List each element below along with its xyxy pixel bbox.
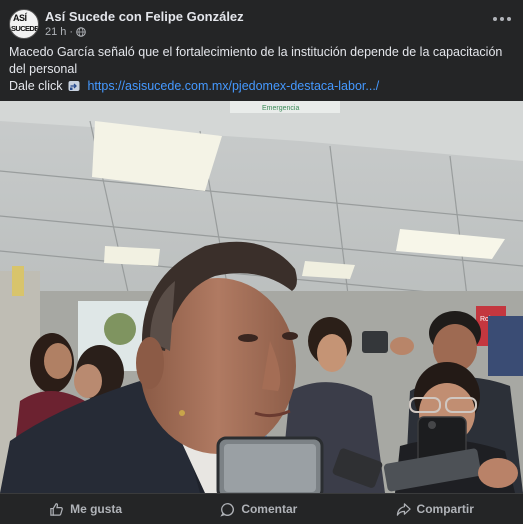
globe-icon	[76, 27, 86, 37]
post-photo[interactable]: Emergencia R	[0, 101, 523, 493]
page-name-link[interactable]: Así Sucede con Felipe González	[45, 9, 244, 24]
article-link[interactable]: https://asisucede.com.mx/pjedomex-destac…	[87, 79, 379, 93]
comment-icon	[220, 502, 235, 517]
post-header: ASÍ SUCEDE Así Sucede con Felipe Gonzále…	[0, 0, 523, 42]
meta-separator: ·	[69, 26, 74, 38]
cta-text: Dale click	[9, 79, 63, 93]
share-label: Compartir	[416, 502, 474, 516]
photo-scene: Emergencia R	[0, 101, 523, 493]
like-label: Me gusta	[70, 502, 123, 516]
share-button[interactable]: Compartir	[396, 502, 474, 517]
post-action-bar: Me gusta Comentar Compartir	[0, 493, 523, 524]
pointing-right-icon	[68, 81, 80, 91]
thumbs-up-icon	[50, 502, 63, 516]
caption-text: Macedo García señaló que el fortalecimie…	[9, 45, 503, 76]
more-options-icon[interactable]	[493, 12, 511, 26]
avatar-text-line1: ASÍ	[13, 13, 27, 23]
comment-label: Comentar	[241, 502, 298, 516]
caption-cta-line: Dale click https://asisucede.com.mx/pjed…	[9, 78, 514, 95]
page-avatar[interactable]: ASÍ SUCEDE	[9, 9, 39, 39]
post-time[interactable]: 21 h	[45, 26, 66, 38]
emergency-sign-text: Emergencia	[262, 105, 299, 112]
post-meta: 21 h ·	[45, 26, 86, 38]
facebook-post: ASÍ SUCEDE Así Sucede con Felipe Gonzále…	[0, 0, 523, 524]
avatar-text-line2: SUCEDE	[11, 24, 39, 33]
share-icon	[396, 502, 411, 516]
like-button[interactable]: Me gusta	[49, 502, 122, 517]
post-caption: Macedo García señaló que el fortalecimie…	[9, 44, 514, 95]
comment-button[interactable]: Comentar	[220, 502, 297, 517]
